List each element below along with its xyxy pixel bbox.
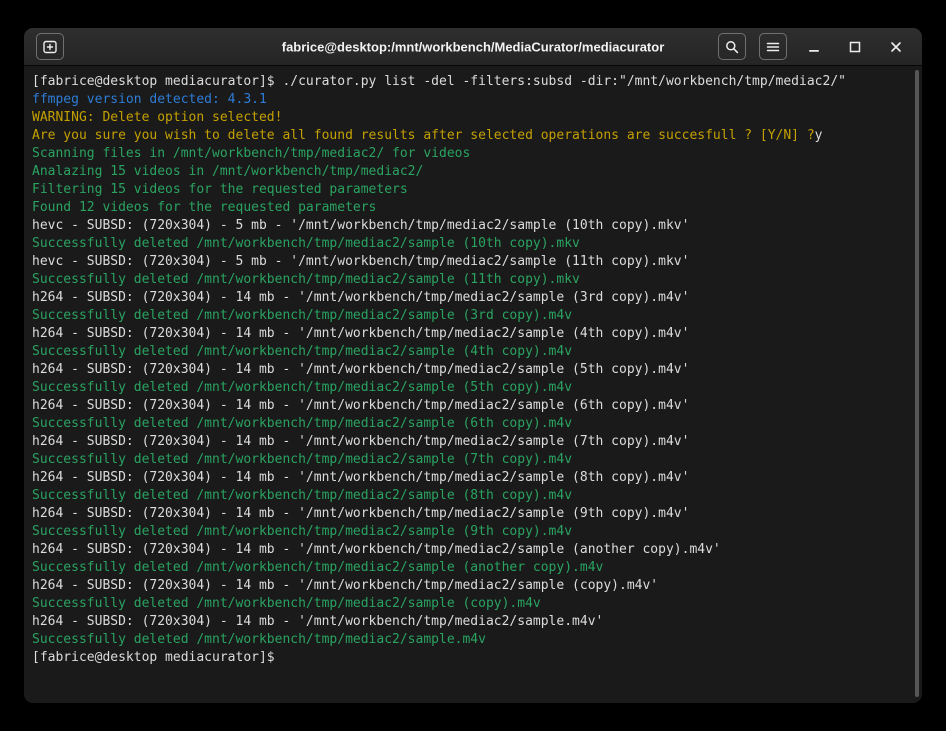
terminal-line: Successfully deleted /mnt/workbench/tmp/…: [32, 415, 914, 433]
terminal-line: Successfully deleted /mnt/workbench/tmp/…: [32, 235, 914, 253]
terminal-line: h264 - SUBSD: (720x304) - 14 mb - '/mnt/…: [32, 505, 914, 523]
terminal-line: Analazing 15 videos in /mnt/workbench/tm…: [32, 163, 914, 181]
terminal-line: Filtering 15 videos for the requested pa…: [32, 181, 914, 199]
new-tab-button[interactable]: [36, 33, 64, 60]
terminal-line: Successfully deleted /mnt/workbench/tmp/…: [32, 307, 914, 325]
terminal-line: Successfully deleted /mnt/workbench/tmp/…: [32, 271, 914, 289]
close-button[interactable]: [882, 33, 910, 60]
terminal-line: h264 - SUBSD: (720x304) - 14 mb - '/mnt/…: [32, 325, 914, 343]
scrollbar[interactable]: [914, 70, 920, 697]
terminal-line: Successfully deleted /mnt/workbench/tmp/…: [32, 343, 914, 361]
terminal-line: h264 - SUBSD: (720x304) - 14 mb - '/mnt/…: [32, 433, 914, 451]
terminal-line: h264 - SUBSD: (720x304) - 14 mb - '/mnt/…: [32, 613, 914, 631]
terminal-line: Successfully deleted /mnt/workbench/tmp/…: [32, 379, 914, 397]
maximize-button[interactable]: [841, 33, 869, 60]
terminal-line: h264 - SUBSD: (720x304) - 14 mb - '/mnt/…: [32, 361, 914, 379]
terminal-line: Successfully deleted /mnt/workbench/tmp/…: [32, 451, 914, 469]
minimize-button[interactable]: [800, 33, 828, 60]
terminal-line: Successfully deleted /mnt/workbench/tmp/…: [32, 595, 914, 613]
titlebar-actions: [718, 33, 910, 60]
terminal-line: Scanning files in /mnt/workbench/tmp/med…: [32, 145, 914, 163]
maximize-icon: [848, 40, 862, 54]
terminal-line: Successfully deleted /mnt/workbench/tmp/…: [32, 487, 914, 505]
scrollbar-thumb[interactable]: [915, 70, 919, 697]
terminal-output: [fabrice@desktop mediacurator]$ ./curato…: [32, 73, 914, 667]
terminal-line: hevc - SUBSD: (720x304) - 5 mb - '/mnt/w…: [32, 253, 914, 271]
terminal-line: h264 - SUBSD: (720x304) - 14 mb - '/mnt/…: [32, 577, 914, 595]
terminal-line: [fabrice@desktop mediacurator]$ ./curato…: [32, 73, 914, 91]
terminal-content[interactable]: [fabrice@desktop mediacurator]$ ./curato…: [24, 66, 922, 703]
window-title: fabrice@desktop:/mnt/workbench/MediaCura…: [282, 39, 665, 54]
terminal-line: Successfully deleted /mnt/workbench/tmp/…: [32, 559, 914, 577]
terminal-line: Successfully deleted /mnt/workbench/tmp/…: [32, 631, 914, 649]
terminal-line: ffmpeg version detected: 4.3.1: [32, 91, 914, 109]
minimize-icon: [807, 40, 821, 54]
new-tab-icon: [42, 39, 58, 55]
close-icon: [889, 40, 903, 54]
terminal-line: h264 - SUBSD: (720x304) - 14 mb - '/mnt/…: [32, 541, 914, 559]
search-button[interactable]: [718, 33, 746, 60]
terminal-line: Successfully deleted /mnt/workbench/tmp/…: [32, 523, 914, 541]
terminal-window: fabrice@desktop:/mnt/workbench/MediaCura…: [24, 28, 922, 703]
hamburger-icon: [765, 39, 781, 55]
terminal-line: h264 - SUBSD: (720x304) - 14 mb - '/mnt/…: [32, 397, 914, 415]
terminal-line: Found 12 videos for the requested parame…: [32, 199, 914, 217]
terminal-line: WARNING: Delete option selected!: [32, 109, 914, 127]
terminal-line: hevc - SUBSD: (720x304) - 5 mb - '/mnt/w…: [32, 217, 914, 235]
titlebar[interactable]: fabrice@desktop:/mnt/workbench/MediaCura…: [24, 28, 922, 66]
terminal-line: h264 - SUBSD: (720x304) - 14 mb - '/mnt/…: [32, 289, 914, 307]
menu-button[interactable]: [759, 33, 787, 60]
terminal-line: h264 - SUBSD: (720x304) - 14 mb - '/mnt/…: [32, 469, 914, 487]
terminal-line: [fabrice@desktop mediacurator]$: [32, 649, 914, 667]
terminal-line: Are you sure you wish to delete all foun…: [32, 127, 914, 145]
search-icon: [724, 39, 740, 55]
